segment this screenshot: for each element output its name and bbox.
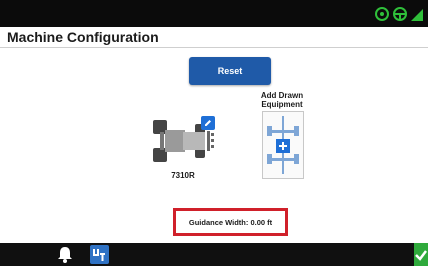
- screen-select-button[interactable]: [90, 245, 109, 264]
- add-drawn-equipment-label: Add Drawn Equipment: [260, 91, 304, 109]
- pencil-icon: [205, 120, 211, 126]
- top-status-bar: [0, 0, 428, 27]
- steering-status-icon: [393, 7, 407, 21]
- add-drawn-equipment-button[interactable]: [262, 111, 304, 179]
- title-bar: Machine Configuration: [0, 27, 428, 48]
- guidance-width-text: Guidance Width: 0.00 ft: [188, 217, 273, 227]
- drawn-equipment-icon: [267, 116, 299, 174]
- tractor-name-label: 7310R: [171, 171, 195, 180]
- reset-button[interactable]: Reset: [189, 57, 271, 85]
- screen-select-icon: [93, 249, 105, 261]
- signal-strength-icon: [411, 9, 423, 21]
- guidance-width-highlight: Guidance Width: 0.00 ft: [173, 208, 288, 236]
- status-icons: [374, 5, 424, 23]
- edit-icon[interactable]: [201, 116, 215, 130]
- page-title: Machine Configuration: [7, 29, 159, 45]
- confirm-button[interactable]: [414, 243, 428, 266]
- checkmark-icon: [415, 250, 427, 261]
- bell-icon[interactable]: [55, 245, 75, 264]
- gps-signal-icon: [375, 7, 389, 21]
